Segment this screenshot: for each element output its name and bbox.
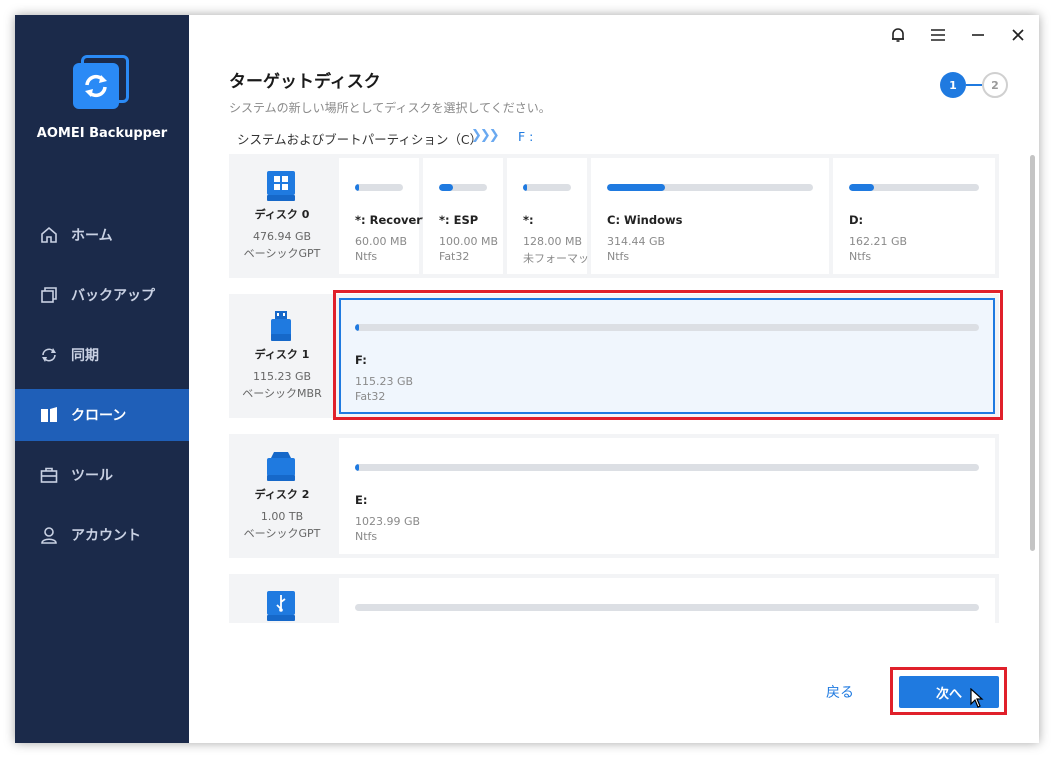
partition-size: 128.00 MB <box>523 235 583 248</box>
usage-bar <box>607 184 813 191</box>
partition-d[interactable]: D: 162.21 GB Ntfs <box>833 158 995 274</box>
partition-fs: Fat32 <box>439 250 470 263</box>
nav-item-label: ツール <box>71 468 113 484</box>
partition-size: 162.21 GB <box>849 235 908 248</box>
disk-list: ディスク 0 476.94 GB ベーシックGPT *: Recovery 60… <box>229 154 1015 623</box>
partition-name: E: <box>355 493 368 507</box>
usage-bar <box>355 324 979 331</box>
nav-item-backup[interactable]: バックアップ <box>15 269 189 321</box>
hard-disk-icon <box>266 450 296 482</box>
app-name: AOMEI Backupper <box>36 126 168 141</box>
usage-bar <box>355 184 403 191</box>
partition-name: *: <box>523 213 534 227</box>
windows-disk-icon <box>266 170 296 202</box>
step-indicator-2: 2 <box>982 72 1008 98</box>
partition-size: 314.44 GB <box>607 235 666 248</box>
bell-icon[interactable] <box>887 24 909 46</box>
partition-name: F: <box>355 353 367 367</box>
disk-name: ディスク 1 <box>254 348 310 361</box>
usage-bar <box>439 184 487 191</box>
nav-item-home[interactable]: ホーム <box>15 209 189 261</box>
home-icon <box>39 225 59 245</box>
partition-fs: Ntfs <box>355 250 378 263</box>
nav-item-tools[interactable]: ツール <box>15 449 189 501</box>
nav-item-account[interactable]: アカウント <box>15 509 189 561</box>
usage-bar <box>523 184 571 191</box>
partition-e[interactable]: E: 1023.99 GB Ntfs <box>339 438 995 554</box>
partition-fs: 未フォーマット <box>523 252 600 265</box>
page-subtitle: システムの新しい場所としてディスクを選択してください。 <box>229 101 551 115</box>
usb-disk-icon <box>266 590 296 622</box>
disk-row-1[interactable]: ディスク 1 115.23 GB ベーシックMBR F: 115.23 GB F… <box>229 294 999 418</box>
nav-item-label: アカウント <box>71 528 141 544</box>
usage-bar <box>355 464 979 471</box>
usage-bar <box>355 604 979 611</box>
disk-type: ベーシックMBR <box>242 387 322 400</box>
partition-fs: Fat32 <box>355 390 386 403</box>
partition-f[interactable]: F: 115.23 GB Fat32 <box>339 298 995 414</box>
clone-icon <box>39 405 59 425</box>
usage-bar <box>849 184 979 191</box>
partition-name: *: ESP <box>439 213 479 227</box>
close-icon[interactable] <box>1007 24 1029 46</box>
partition-fs: Ntfs <box>607 250 630 263</box>
disk-info: ディスク 1 115.23 GB ベーシックMBR <box>229 294 335 418</box>
toolbox-icon <box>39 465 59 485</box>
partition-size: 115.23 GB <box>355 375 414 388</box>
disk-size: 476.94 GB <box>252 230 312 243</box>
partition-size: 60.00 MB <box>355 235 408 248</box>
disk-info <box>229 574 335 623</box>
disk-type: ベーシックGPT <box>243 247 321 260</box>
partition-fs: Ntfs <box>355 530 378 543</box>
usb-drive-icon <box>266 310 296 342</box>
disk-row-0[interactable]: ディスク 0 476.94 GB ベーシックGPT *: Recovery 60… <box>229 154 999 278</box>
disk-size: 1.00 TB <box>260 510 304 523</box>
user-icon <box>39 525 59 545</box>
sidebar: AOMEI Backupper ホーム バックアップ 同期 クローン ツール ア… <box>15 15 189 743</box>
disk-type: ベーシックGPT <box>243 527 321 540</box>
partition-esp[interactable]: *: ESP 100.00 MB Fat32 <box>423 158 503 274</box>
disk-info: ディスク 2 1.00 TB ベーシックGPT <box>229 434 335 558</box>
partition-recovery[interactable]: *: Recovery 60.00 MB Ntfs <box>339 158 429 274</box>
partition-c-windows[interactable]: C: Windows 314.44 GB Ntfs <box>591 158 829 274</box>
scrollbar[interactable] <box>1030 155 1035 551</box>
nav-item-sync[interactable]: 同期 <box>15 329 189 381</box>
nav-item-label: 同期 <box>71 348 99 364</box>
partition-unknown[interactable] <box>339 578 995 623</box>
partition-size: 100.00 MB <box>439 235 499 248</box>
nav-item-label: クローン <box>71 408 127 424</box>
disk-name: ディスク 2 <box>254 488 310 501</box>
app-logo <box>73 55 131 113</box>
disk-row-3[interactable] <box>229 574 999 623</box>
backup-icon <box>39 285 59 305</box>
step-connector <box>966 84 982 86</box>
nav-item-label: バックアップ <box>71 288 155 304</box>
minimize-icon[interactable] <box>967 24 989 46</box>
page-title: ターゲットディスク <box>229 72 381 92</box>
sync-icon <box>39 345 59 365</box>
partition-size: 1023.99 GB <box>355 515 421 528</box>
partition-unformatted[interactable]: *: 128.00 MB 未フォーマット <box>507 158 600 274</box>
app-window: AOMEI Backupper ホーム バックアップ 同期 クローン ツール ア… <box>15 15 1039 743</box>
menu-icon[interactable] <box>927 24 949 46</box>
step-indicator-1: 1 <box>940 72 966 98</box>
clone-target: F : <box>518 129 534 144</box>
partition-name: D: <box>849 213 864 227</box>
partition-name: C: Windows <box>607 213 683 227</box>
clone-source: システムおよびブートパーティション（C） <box>237 132 483 147</box>
disk-info: ディスク 0 476.94 GB ベーシックGPT <box>229 154 335 278</box>
nav-item-label: ホーム <box>71 228 113 244</box>
disk-row-2[interactable]: ディスク 2 1.00 TB ベーシックGPT E: 1023.99 GB Nt… <box>229 434 999 558</box>
next-button[interactable]: 次へ <box>899 676 999 708</box>
disk-size: 115.23 GB <box>252 370 312 383</box>
mouse-cursor-icon <box>970 688 984 708</box>
nav-item-clone[interactable]: クローン <box>15 389 189 441</box>
disk-name: ディスク 0 <box>254 208 310 221</box>
partition-name: *: Recovery <box>355 213 430 227</box>
sync-arrows-icon <box>85 74 107 98</box>
arrow-right-icon: ❯❯❯ <box>471 128 500 143</box>
partition-fs: Ntfs <box>849 250 872 263</box>
back-button[interactable]: 戻る <box>810 679 870 705</box>
